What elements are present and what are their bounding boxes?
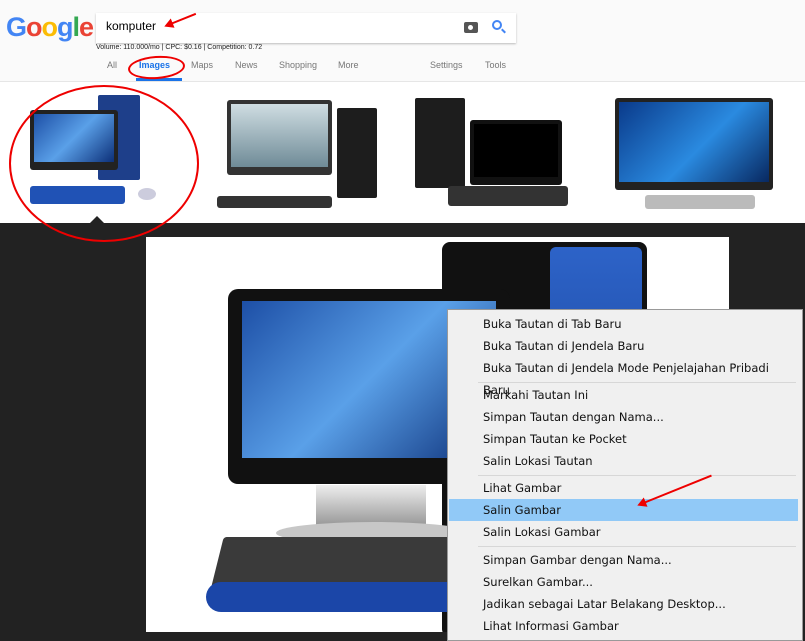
- camera-icon[interactable]: [464, 22, 478, 33]
- google-logo[interactable]: Google: [6, 12, 94, 43]
- menu-separator: [478, 546, 796, 547]
- search-box: [96, 13, 516, 43]
- menu-separator: [478, 475, 796, 476]
- search-icon[interactable]: [492, 20, 502, 30]
- menu-item-bookmark-link[interactable]: Markahi Tautan Ini: [449, 384, 798, 406]
- menu-item-open-new-tab[interactable]: Buka Tautan di Tab Baru: [449, 313, 798, 335]
- menu-item-open-private-window[interactable]: Buka Tautan di Jendela Mode Penjelajahan…: [449, 357, 798, 397]
- image-result-4[interactable]: [610, 90, 780, 215]
- menu-item-copy-image[interactable]: Salin Gambar: [449, 499, 798, 521]
- tab-maps[interactable]: Maps: [191, 60, 213, 70]
- tab-news[interactable]: News: [235, 60, 258, 70]
- settings-link[interactable]: Settings: [430, 60, 463, 70]
- image-result-2[interactable]: [215, 90, 395, 215]
- menu-item-view-image[interactable]: Lihat Gambar: [449, 477, 798, 499]
- menu-item-copy-link[interactable]: Salin Lokasi Tautan: [449, 450, 798, 472]
- keyword-stats: Volume: 110.000/mo | CPC: $0.16 | Compet…: [96, 44, 263, 51]
- menu-item-email-image[interactable]: Surelkan Gambar...: [449, 571, 798, 593]
- tab-more[interactable]: More: [338, 60, 359, 70]
- menu-item-copy-image-location[interactable]: Salin Lokasi Gambar: [449, 521, 798, 543]
- context-menu: Buka Tautan di Tab Baru Buka Tautan di J…: [447, 309, 803, 641]
- menu-item-view-image-info[interactable]: Lihat Informasi Gambar: [449, 615, 798, 637]
- tools-link[interactable]: Tools: [485, 60, 506, 70]
- image-result-3[interactable]: [410, 90, 590, 215]
- menu-item-open-new-window[interactable]: Buka Tautan di Jendela Baru: [449, 335, 798, 357]
- menu-item-save-link[interactable]: Simpan Tautan dengan Nama...: [449, 406, 798, 428]
- menu-item-save-to-pocket[interactable]: Simpan Tautan ke Pocket: [449, 428, 798, 450]
- tab-all[interactable]: All: [107, 60, 117, 70]
- menu-separator: [478, 382, 796, 383]
- tab-shopping[interactable]: Shopping: [279, 60, 317, 70]
- annotation-circle-image: [9, 85, 199, 242]
- google-header: Google Volume: 110.000/mo | CPC: $0.16 |…: [0, 0, 805, 82]
- menu-item-set-desktop-background[interactable]: Jadikan sebagai Latar Belakang Desktop..…: [449, 593, 798, 615]
- search-results-page: Google Volume: 110.000/mo | CPC: $0.16 |…: [0, 0, 805, 242]
- search-input[interactable]: [106, 19, 406, 33]
- menu-item-save-image[interactable]: Simpan Gambar dengan Nama...: [449, 549, 798, 571]
